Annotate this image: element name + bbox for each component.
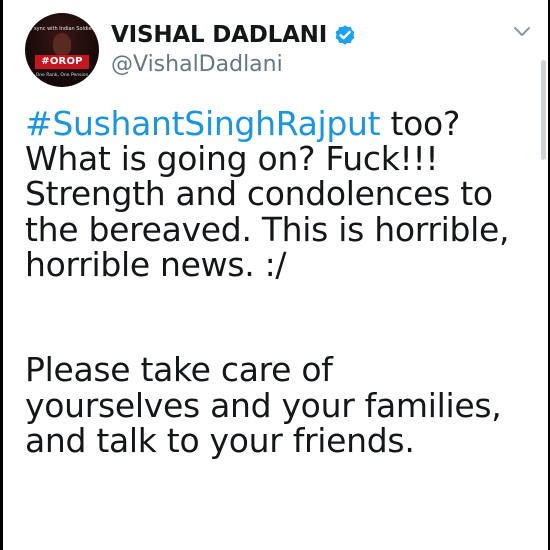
tweet-line: #SushantSinghRajput too?: [25, 106, 540, 141]
tweet-line-text: too?: [380, 104, 461, 143]
scrollbar[interactable]: [541, 60, 546, 160]
verified-badge-icon: [333, 23, 357, 47]
author-handle[interactable]: @VishalDadlani: [111, 52, 283, 77]
avatar-badge: #OROP: [35, 55, 89, 69]
avatar-caption: In sync with Indian Soldiers: [27, 26, 97, 32]
author-name-row[interactable]: VISHAL DADLANI: [111, 20, 357, 50]
avatar[interactable]: In sync with Indian Soldiers #OROP One R…: [25, 13, 99, 87]
tweet-line: the bereaved. This is horrible,: [25, 209, 510, 249]
avatar-sub-caption: One Rank, One Pension: [35, 73, 89, 78]
tweet-line: Please take care of: [25, 350, 333, 390]
tweet-line: horrible news. :/: [25, 244, 287, 284]
tweet-line: Strength and condolences to: [25, 174, 493, 214]
tweet-line: and talk to your friends.: [25, 420, 415, 460]
avatar-figure: [53, 33, 71, 55]
tweet-line: What is going on? Fuck!!!: [25, 139, 439, 179]
tweet-line: yourselves and your families,: [25, 385, 502, 425]
tweet-text: #SushantSinghRajput too? What is going o…: [25, 106, 540, 458]
display-name[interactable]: VISHAL DADLANI: [111, 22, 327, 48]
chevron-down-icon[interactable]: [511, 24, 533, 40]
tweet-card: In sync with Indian Soldiers #OROP One R…: [3, 0, 548, 550]
hashtag-link[interactable]: #SushantSinghRajput: [25, 104, 381, 143]
